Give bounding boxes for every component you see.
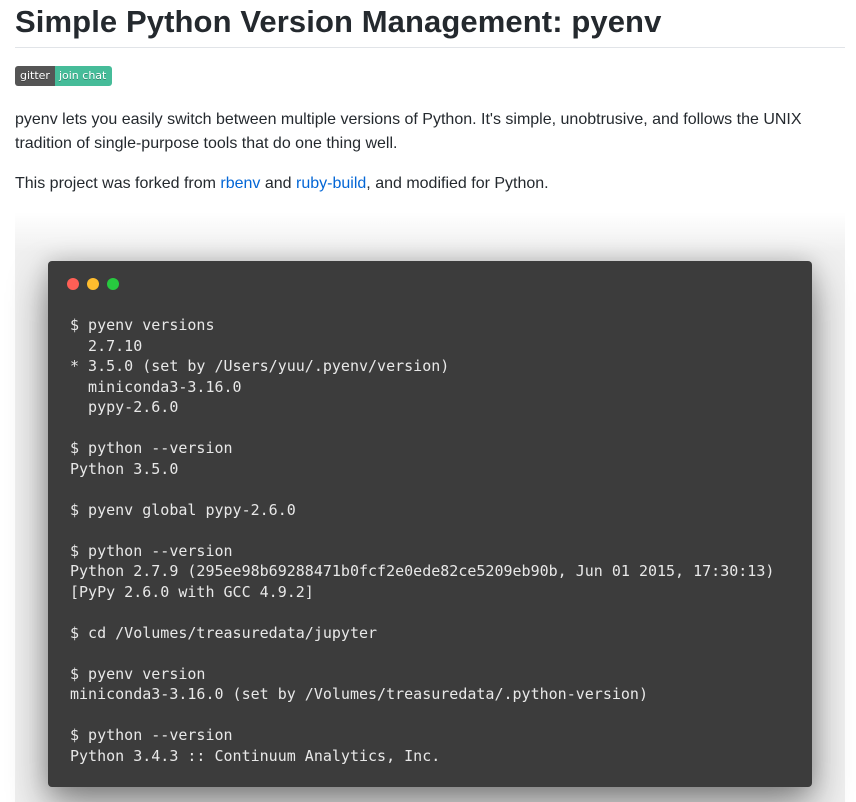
terminal-line: $ pyenv version: [70, 664, 206, 683]
badge-value: join chat: [54, 66, 113, 86]
terminal-line: $ python --version: [70, 439, 233, 457]
terminal-demo-image: $ pyenv versions 2.7.10 * 3.5.0 (set by /…: [15, 212, 845, 802]
fork-text-after: , and modified for Python.: [366, 175, 549, 192]
terminal-line: $ pyenv global pypy-2.6.0: [70, 500, 296, 519]
terminal-window: $ pyenv versions 2.7.10 * 3.5.0 (set by /…: [48, 261, 812, 787]
fork-paragraph: This project was forked from rbenv and r…: [15, 172, 835, 196]
terminal-line: $ pyenv versions: [70, 316, 215, 334]
minimize-dot-icon: [87, 278, 99, 290]
maximize-dot-icon: [107, 278, 119, 290]
badge-label: gitter: [15, 66, 55, 86]
terminal-line: * 3.5.0 (set by /Users/yuu/.pyenv/versio…: [70, 357, 450, 375]
fork-text-before: This project was forked from: [15, 175, 221, 192]
terminal-line: pypy-2.6.0: [70, 398, 179, 416]
gitter-badge[interactable]: gitter join chat: [15, 66, 113, 86]
terminal-line: miniconda3-3.16.0 (set by /Volumes/treas…: [70, 685, 648, 703]
intro-paragraph: pyenv lets you easily switch between mul…: [15, 111, 802, 152]
terminal-line: $ python --version: [70, 726, 233, 744]
terminal-line: $ python --version: [70, 541, 233, 560]
readme-content: Simple Python Version Management: pyenv …: [15, 0, 845, 802]
terminal-output: $ pyenv versions 2.7.10 * 3.5.0 (set by /…: [70, 315, 774, 766]
window-controls: [67, 278, 119, 290]
terminal-line: Python 3.5.0: [70, 459, 179, 478]
fork-text-and: and: [260, 175, 297, 192]
terminal-line: miniconda3-3.16.0: [70, 377, 242, 396]
page-title: Simple Python Version Management: pyenv: [15, 0, 845, 48]
terminal-line: 2.7.10: [70, 336, 143, 355]
ruby-build-link[interactable]: ruby-build: [296, 175, 366, 192]
rbenv-link[interactable]: rbenv: [220, 175, 260, 192]
terminal-line: Python 2.7.9 (295ee98b69288471b0fcf2e0ed…: [70, 562, 775, 580]
close-dot-icon: [67, 278, 79, 290]
terminal-line: $ cd /Volumes/treasuredata/jupyter: [70, 623, 378, 642]
terminal-line: Python 3.4.3 :: Continuum Analytics, Inc…: [70, 746, 441, 765]
terminal-line: [PyPy 2.6.0 with GCC 4.9.2]: [70, 582, 314, 601]
